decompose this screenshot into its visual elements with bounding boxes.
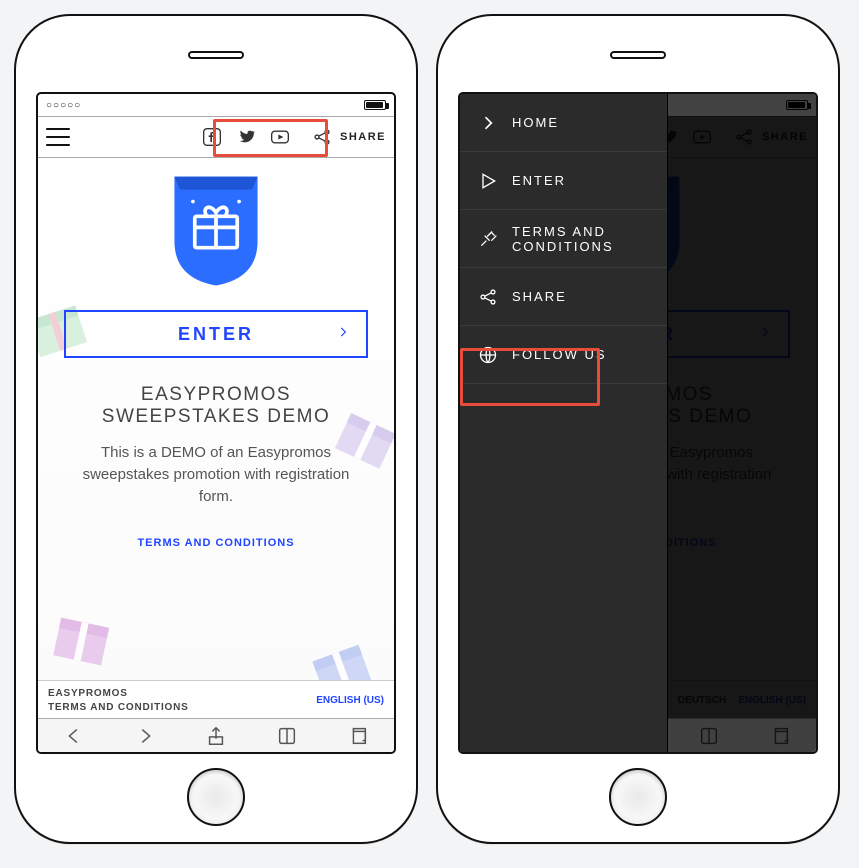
enter-button-label: ENTER	[178, 324, 254, 345]
facebook-icon[interactable]	[202, 127, 222, 147]
menu-item-enter[interactable]: ENTER	[460, 152, 667, 210]
menu-item-terms[interactable]: TERMS AND CONDITIONS	[460, 210, 667, 268]
social-icon-row	[202, 127, 290, 147]
globe-icon	[478, 345, 498, 365]
page-description: This is a DEMO of an Easypromos sweepsta…	[64, 442, 368, 507]
play-icon	[478, 171, 498, 191]
chevron-right-icon	[478, 113, 498, 133]
menu-item-label: ENTER	[512, 173, 566, 188]
browser-toolbar	[38, 718, 394, 752]
page-footer: EASYPROMOS TERMS AND CONDITIONS ENGLISH …	[38, 680, 394, 720]
main-content: ENTER EASYPROMOS SWEEPSTAKES DEMO This i…	[38, 158, 394, 688]
battery-icon	[364, 100, 386, 110]
nav-back-icon[interactable]	[63, 725, 85, 747]
share-sheet-icon[interactable]	[205, 725, 227, 747]
language-english[interactable]: ENGLISH (US)	[316, 695, 384, 706]
decoration-gift-icon	[294, 618, 384, 688]
home-button[interactable]	[187, 768, 245, 826]
phone-frame-right: ○○○○○ SHARE ENTER EASYP	[436, 14, 840, 844]
nav-forward-icon[interactable]	[134, 725, 156, 747]
tabs-icon[interactable]	[347, 725, 369, 747]
bookmarks-icon[interactable]	[276, 725, 298, 747]
phone-frame-left: ○○○○○ SHARE	[14, 14, 418, 844]
screen-left: ○○○○○ SHARE	[36, 92, 396, 754]
menu-item-label: FOLLOW US	[512, 347, 607, 362]
signal-dots: ○○○○○	[46, 100, 81, 111]
phone-speaker	[610, 51, 666, 59]
share-group[interactable]: SHARE	[312, 127, 386, 147]
menu-item-label: TERMS AND CONDITIONS	[512, 224, 649, 254]
enter-button[interactable]: ENTER	[64, 310, 368, 358]
twitter-icon[interactable]	[236, 127, 256, 147]
menu-icon[interactable]	[46, 128, 70, 146]
footer-terms[interactable]: TERMS AND CONDITIONS	[48, 702, 189, 713]
share-icon	[312, 127, 332, 147]
menu-item-share[interactable]: SHARE	[460, 268, 667, 326]
menu-item-home[interactable]: HOME	[460, 94, 667, 152]
phone-speaker	[188, 51, 244, 59]
share-label: SHARE	[340, 131, 386, 143]
chevron-right-icon	[336, 323, 350, 346]
home-button[interactable]	[609, 768, 667, 826]
page-title: EASYPROMOS SWEEPSTAKES DEMO	[64, 384, 368, 428]
promo-gift-icon	[161, 172, 271, 292]
footer-brand[interactable]: EASYPROMOS	[48, 688, 189, 699]
gavel-icon	[478, 229, 498, 249]
statusbar: ○○○○○	[38, 94, 394, 116]
terms-link[interactable]: TERMS AND CONDITIONS	[137, 537, 294, 549]
youtube-icon[interactable]	[270, 127, 290, 147]
top-navbar: SHARE	[38, 116, 394, 158]
screen-right: ○○○○○ SHARE ENTER EASYP	[458, 92, 818, 754]
menu-item-label: SHARE	[512, 289, 567, 304]
menu-item-follow-us[interactable]: FOLLOW US	[460, 326, 667, 384]
share-icon	[478, 287, 498, 307]
decoration-gift-icon	[41, 591, 124, 674]
menu-item-label: HOME	[512, 115, 559, 130]
side-menu: HOME ENTER TERMS AND CONDITIONS SHARE FO…	[460, 94, 668, 752]
